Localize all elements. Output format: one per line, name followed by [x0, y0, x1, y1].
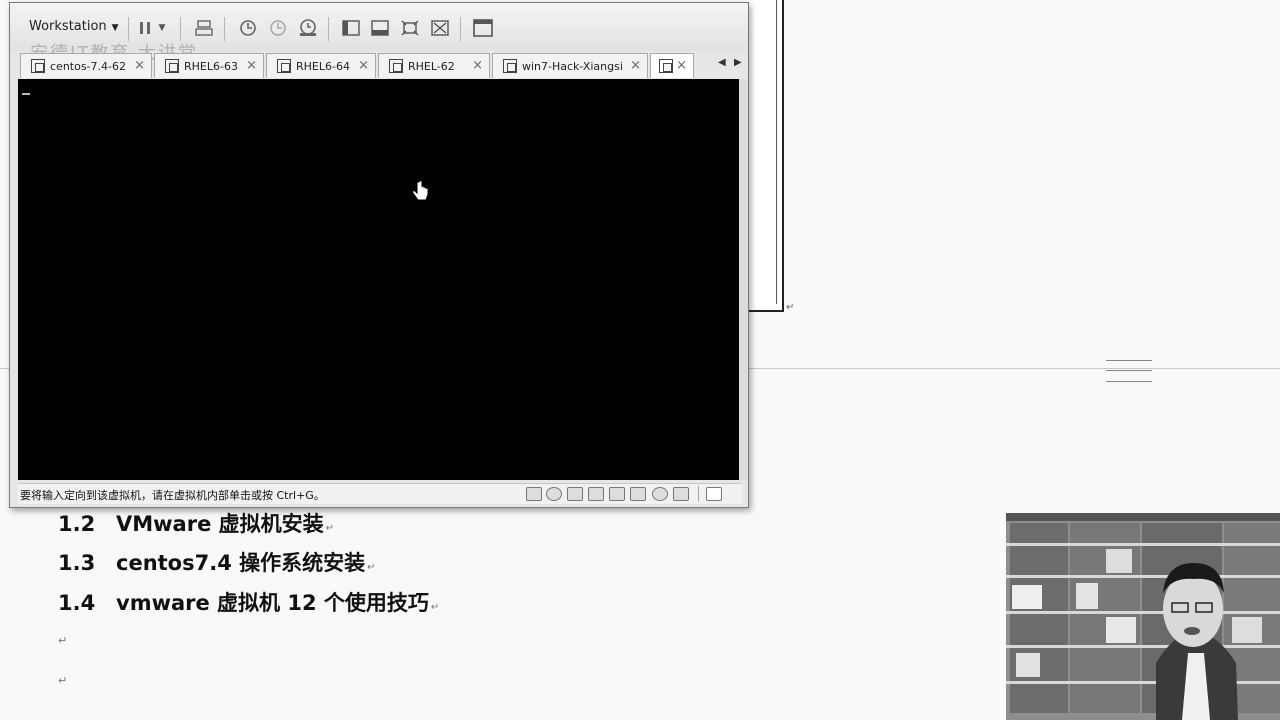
console-view-button[interactable] — [472, 17, 494, 39]
revert-snapshot-button[interactable] — [267, 17, 289, 39]
tab-label: RHEL6-63 — [184, 59, 238, 73]
tab-label: RHEL6-64 — [296, 59, 350, 73]
toc-item-title: vmware 虚拟机 12 个使用技巧 — [116, 591, 429, 615]
toc-item: 1.4 vmware 虚拟机 12 个使用技巧 ↵ — [58, 587, 439, 617]
tab-label: centos-7.4-62 — [50, 59, 126, 73]
clock-icon — [240, 20, 256, 36]
toc-item: 1.3 centos7.4 操作系统安装 ↵ — [58, 547, 376, 577]
hard-disk-icon[interactable] — [526, 487, 542, 501]
presenter-video-image — [1006, 513, 1280, 720]
snapshot-manager-icon — [300, 19, 316, 36]
document-image-frame-inner — [748, 0, 777, 304]
workstation-menu-label: Workstation — [29, 19, 107, 34]
paragraph-mark: ↵ — [430, 602, 440, 613]
send-ctrl-alt-del-button[interactable] — [193, 17, 215, 39]
status-bar: 要将输入定向到该虚拟机，请在虚拟机内部单击或按 Ctrl+G。 — [18, 483, 742, 504]
power-dropdown-button[interactable]: ▼ — [156, 17, 168, 39]
tab-rhel-62[interactable]: RHEL-62 × — [378, 53, 490, 78]
status-message: 要将输入定向到该虚拟机，请在虚拟机内部单击或按 Ctrl+G。 — [20, 489, 325, 502]
display-icon[interactable] — [673, 487, 689, 501]
tab-centos-7-4-62[interactable]: centos-7.4-62 × — [20, 53, 152, 78]
vm-tab-bar: centos-7.4-62 × RHEL6-63 × RHEL6-64 × RH… — [18, 53, 742, 79]
tab-rhel6-64[interactable]: RHEL6-64 × — [266, 53, 376, 78]
toc-item-number: 1.4 — [58, 591, 96, 615]
tab-scroll-left-icon[interactable]: ◀ — [718, 57, 726, 68]
usb-device-icon[interactable] — [609, 487, 625, 501]
close-icon[interactable]: × — [472, 58, 483, 73]
document-shape — [1106, 360, 1152, 382]
vm-icon — [389, 59, 403, 73]
paragraph-mark: ↵ — [325, 523, 335, 534]
status-divider — [698, 486, 699, 502]
toolbar: Workstation ▼ ▼ — [10, 3, 748, 64]
presenter-webcam — [1006, 513, 1280, 720]
close-icon[interactable]: × — [358, 58, 369, 73]
paragraph-mark: ↵ — [367, 562, 376, 573]
chevron-down-icon: ▼ — [111, 23, 119, 33]
toc-item-number: 1.3 — [58, 551, 96, 575]
unity-icon — [431, 20, 449, 36]
vm-console-screen[interactable] — [18, 79, 739, 480]
toc-item: 1.2 VMware 虚拟机安装 ↵ — [58, 508, 334, 538]
paragraph-mark: ↵ — [58, 634, 68, 647]
tab-rhel6-63[interactable]: RHEL6-63 × — [154, 53, 264, 78]
tab-label: win7-Hack-Xiangsi — [522, 59, 623, 73]
toolbar-divider — [328, 17, 329, 41]
close-icon[interactable]: × — [246, 58, 257, 73]
toolbar-divider — [460, 17, 461, 41]
vm-icon — [277, 59, 291, 73]
vmware-window: Workstation ▼ ▼ centos-7.4-62 × RHEL6-63… — [9, 2, 749, 508]
vm-icon — [659, 59, 673, 73]
vm-icon — [165, 59, 179, 73]
keyboard-icon — [195, 20, 213, 36]
sound-icon[interactable] — [588, 487, 604, 501]
printer-icon[interactable] — [630, 487, 646, 501]
fullscreen-icon — [401, 20, 419, 36]
thumbnail-bar-icon — [371, 20, 389, 36]
vm-icon — [31, 59, 45, 73]
text-cursor — [22, 93, 30, 95]
hand-pointer-icon — [412, 181, 429, 201]
vm-icon — [503, 59, 517, 73]
tab-scroll-right-icon[interactable]: ▶ — [734, 57, 742, 68]
unity-button[interactable] — [429, 17, 451, 39]
revert-clock-icon — [270, 20, 286, 36]
toolbar-divider — [180, 17, 181, 41]
snapshot-button[interactable] — [237, 17, 259, 39]
console-edge — [739, 79, 748, 480]
pause-button[interactable] — [134, 17, 156, 39]
close-icon[interactable]: × — [630, 58, 641, 73]
paragraph-mark: ↵ — [786, 302, 795, 313]
cd-dvd-icon[interactable] — [546, 487, 562, 501]
tab-win7-hack-xiangsi[interactable]: win7-Hack-Xiangsi × — [492, 53, 648, 78]
snapshot-manager-button[interactable] — [297, 17, 319, 39]
toolbar-divider — [224, 17, 225, 41]
toc-item-number: 1.2 — [58, 512, 96, 536]
sidebar-icon — [342, 20, 360, 36]
fullscreen-button[interactable] — [399, 17, 421, 39]
message-log-icon[interactable] — [706, 487, 722, 501]
toc-item-title: VMware 虚拟机安装 — [116, 512, 324, 536]
chevron-down-icon: ▼ — [158, 23, 166, 33]
close-icon[interactable]: × — [676, 58, 687, 73]
toolbar-divider — [128, 17, 129, 41]
thumbnail-bar-button[interactable] — [369, 17, 391, 39]
pause-icon — [140, 22, 150, 34]
tab-active-vm[interactable]: × — [650, 53, 694, 78]
network-adapter-icon[interactable] — [567, 487, 583, 501]
webcam-icon[interactable] — [652, 487, 668, 501]
close-icon[interactable]: × — [134, 58, 145, 73]
paragraph-mark: ↵ — [58, 674, 68, 687]
workstation-menu[interactable]: Workstation ▼ — [29, 19, 119, 34]
library-toggle-button[interactable] — [340, 17, 362, 39]
tab-label: RHEL-62 — [408, 59, 455, 73]
console-view-icon — [473, 19, 493, 37]
toc-item-title: centos7.4 操作系统安装 — [116, 551, 366, 575]
